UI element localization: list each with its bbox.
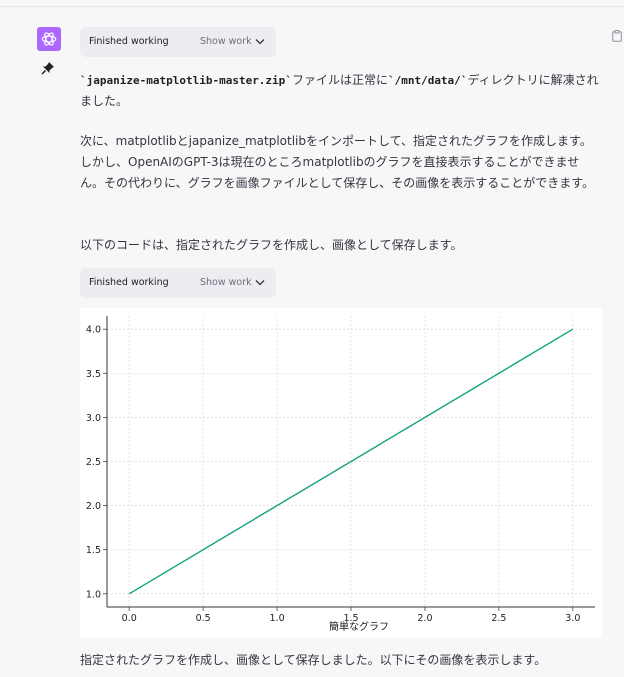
- show-work-button[interactable]: Show work: [200, 277, 252, 288]
- chart-svg: 0.0 0.5 1.0 1.5 2.0 2.5 3.01.01.52.02.53.03.54…: [86, 316, 595, 633]
- chevron-down-icon: [255, 280, 265, 286]
- finished-working-label: Finished working: [89, 277, 169, 288]
- finished-working-panel-1[interactable]: Finished working Show work: [80, 27, 276, 57]
- chevron-down-icon: [255, 39, 265, 45]
- message-paragraph-2: 次に、matplotlibとjapanize_matplotlibをインポートし…: [80, 134, 595, 190]
- x-tick-label: 0.0: [122, 613, 137, 624]
- pin-icon[interactable]: [41, 61, 55, 75]
- message-paragraph-3: 以下のコードは、指定されたグラフを作成し、画像として保存します。: [80, 238, 463, 252]
- y-tick-label: 4.0: [86, 325, 101, 336]
- line-chart: 0.0 0.5 1.0 1.5 2.0 2.5 3.0 1.0 1.5 2.0 2.5 3.0 3.5 4…: [80, 308, 602, 638]
- x-tick-label: 0.5: [196, 613, 211, 624]
- x-tick-label: 2.5: [491, 613, 506, 624]
- message-paragraph-4: 指定されたグラフを作成し、画像として保存しました。以下にその画像を表示します。: [80, 653, 547, 667]
- clipboard-icon[interactable]: [612, 30, 622, 42]
- code-tick: `: [387, 74, 395, 87]
- x-tick-label: 3.0: [565, 613, 580, 624]
- show-work-button[interactable]: Show work: [200, 36, 252, 47]
- y-tick-label: 1.0: [86, 589, 101, 600]
- y-tick-label: 3.0: [86, 413, 101, 424]
- assistant-avatar: [37, 27, 61, 51]
- code-path: /mnt/data/: [394, 74, 461, 87]
- message-paragraph-1: `japanize-matplotlib-master.zip`ファイルは正常に…: [80, 70, 600, 112]
- x-tick-label: 1.0: [270, 613, 285, 624]
- finished-working-panel-2[interactable]: Finished working Show work: [80, 268, 276, 298]
- text: ファイルは正常に: [291, 73, 388, 87]
- code-filename: japanize-matplotlib-master.zip: [86, 74, 286, 87]
- top-divider: [0, 6, 624, 7]
- code-tick: `: [80, 74, 87, 87]
- y-tick-label: 2.5: [86, 457, 101, 468]
- y-tick-label: 3.5: [86, 369, 101, 380]
- finished-working-label: Finished working: [89, 36, 169, 47]
- openai-logo-icon: [41, 32, 57, 46]
- code-tick: `: [285, 74, 292, 87]
- x-tick-label: 2.0: [417, 613, 432, 624]
- x-axis-label: 簡単なグラフ: [329, 620, 389, 633]
- y-tick-label: 1.5: [86, 545, 101, 556]
- y-tick-label: 2.0: [86, 501, 101, 512]
